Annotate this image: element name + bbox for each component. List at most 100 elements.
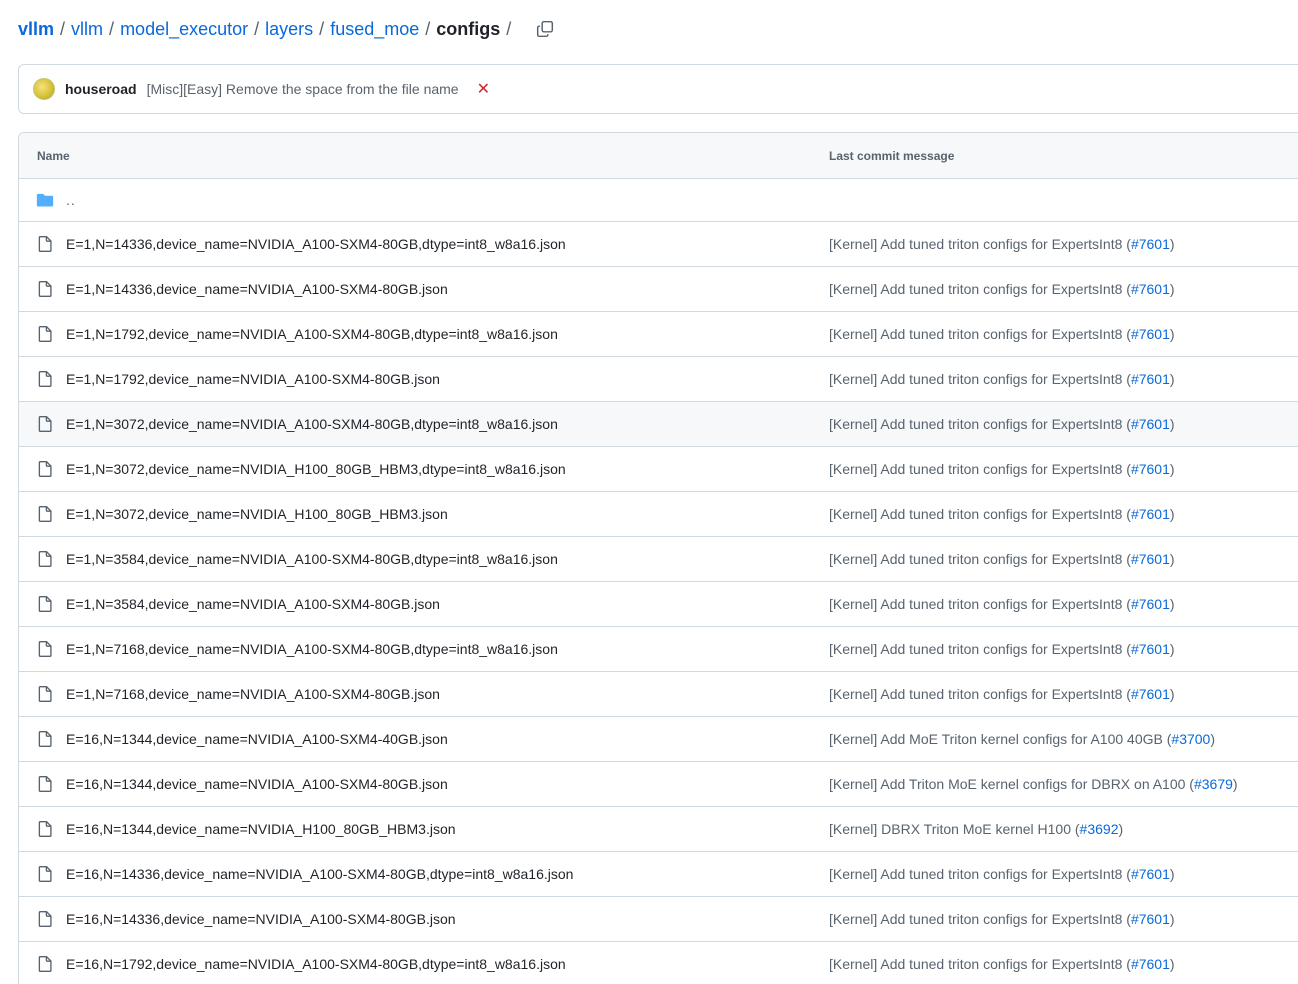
- pull-request-link[interactable]: #7601: [1131, 281, 1170, 297]
- file-name-link[interactable]: E=1,N=7168,device_name=NVIDIA_A100-SXM4-…: [66, 686, 440, 702]
- commit-message-link[interactable]: [Kernel] Add Triton MoE kernel configs f…: [829, 776, 1238, 792]
- pull-request-link[interactable]: #3679: [1194, 776, 1233, 792]
- commit-message-text[interactable]: [Kernel] Add tuned triton configs for Ex…: [829, 236, 1131, 252]
- file-name-link[interactable]: E=1,N=3584,device_name=NVIDIA_A100-SXM4-…: [66, 596, 440, 612]
- commit-message-link[interactable]: [Kernel] Add tuned triton configs for Ex…: [829, 641, 1175, 657]
- file-name-link[interactable]: E=16,N=1792,device_name=NVIDIA_A100-SXM4…: [66, 956, 566, 972]
- commit-message[interactable]: [Misc][Easy] Remove the space from the f…: [147, 81, 459, 97]
- commit-message-text[interactable]: [Kernel] DBRX Triton MoE kernel H100 (: [829, 821, 1080, 837]
- commit-message-text[interactable]: [Kernel] Add tuned triton configs for Ex…: [829, 641, 1131, 657]
- pull-request-link[interactable]: #7601: [1131, 236, 1170, 252]
- commit-message-text[interactable]: [Kernel] Add tuned triton configs for Ex…: [829, 506, 1131, 522]
- file-name-link[interactable]: E=1,N=14336,device_name=NVIDIA_A100-SXM4…: [66, 236, 566, 252]
- pull-request-link[interactable]: #7601: [1131, 911, 1170, 927]
- table-row[interactable]: E=1,N=7168,device_name=NVIDIA_A100-SXM4-…: [19, 672, 1298, 717]
- commit-message-text[interactable]: [Kernel] Add tuned triton configs for Ex…: [829, 596, 1131, 612]
- pull-request-link[interactable]: #7601: [1131, 686, 1170, 702]
- table-row[interactable]: E=1,N=3584,device_name=NVIDIA_A100-SXM4-…: [19, 582, 1298, 627]
- breadcrumb-vllm-repo[interactable]: vllm: [18, 19, 54, 40]
- pull-request-link[interactable]: #7601: [1131, 371, 1170, 387]
- pull-request-link[interactable]: #7601: [1131, 551, 1170, 567]
- table-row[interactable]: E=16,N=1344,device_name=NVIDIA_A100-SXM4…: [19, 762, 1298, 807]
- pull-request-link[interactable]: #7601: [1131, 416, 1170, 432]
- commit-message-link[interactable]: [Kernel] Add tuned triton configs for Ex…: [829, 371, 1175, 387]
- commit-message-link[interactable]: [Kernel] Add tuned triton configs for Ex…: [829, 866, 1175, 882]
- table-row[interactable]: E=1,N=14336,device_name=NVIDIA_A100-SXM4…: [19, 222, 1298, 267]
- parent-directory-link[interactable]: ..: [66, 192, 76, 208]
- file-name-link[interactable]: E=16,N=1344,device_name=NVIDIA_A100-SXM4…: [66, 731, 448, 747]
- table-row[interactable]: E=16,N=1344,device_name=NVIDIA_H100_80GB…: [19, 807, 1298, 852]
- commit-message-text[interactable]: [Kernel] Add tuned triton configs for Ex…: [829, 866, 1131, 882]
- file-name-link[interactable]: E=1,N=7168,device_name=NVIDIA_A100-SXM4-…: [66, 641, 558, 657]
- table-row[interactable]: E=1,N=7168,device_name=NVIDIA_A100-SXM4-…: [19, 627, 1298, 672]
- pull-request-link[interactable]: #7601: [1131, 956, 1170, 972]
- file-name-link[interactable]: E=16,N=1344,device_name=NVIDIA_A100-SXM4…: [66, 776, 448, 792]
- pull-request-link[interactable]: #7601: [1131, 866, 1170, 882]
- commit-message-text[interactable]: [Kernel] Add tuned triton configs for Ex…: [829, 371, 1131, 387]
- commit-message-link[interactable]: [Kernel] Add tuned triton configs for Ex…: [829, 416, 1175, 432]
- commit-author[interactable]: houseroad: [65, 81, 137, 97]
- commit-message-link[interactable]: [Kernel] Add tuned triton configs for Ex…: [829, 236, 1175, 252]
- pull-request-link[interactable]: #7601: [1131, 461, 1170, 477]
- commit-message-link[interactable]: [Kernel] Add tuned triton configs for Ex…: [829, 686, 1175, 702]
- commit-message-text[interactable]: [Kernel] Add Triton MoE kernel configs f…: [829, 776, 1194, 792]
- commit-message-link[interactable]: [Kernel] Add tuned triton configs for Ex…: [829, 551, 1175, 567]
- avatar[interactable]: [33, 78, 55, 100]
- table-row[interactable]: E=1,N=3072,device_name=NVIDIA_H100_80GB_…: [19, 492, 1298, 537]
- table-row[interactable]: E=16,N=1344,device_name=NVIDIA_A100-SXM4…: [19, 717, 1298, 762]
- table-row[interactable]: E=1,N=3584,device_name=NVIDIA_A100-SXM4-…: [19, 537, 1298, 582]
- commit-message-link[interactable]: [Kernel] Add tuned triton configs for Ex…: [829, 461, 1175, 477]
- commit-message-text[interactable]: [Kernel] Add tuned triton configs for Ex…: [829, 686, 1131, 702]
- file-name-link[interactable]: E=1,N=3584,device_name=NVIDIA_A100-SXM4-…: [66, 551, 558, 567]
- file-name-link[interactable]: E=16,N=1344,device_name=NVIDIA_H100_80GB…: [66, 821, 456, 837]
- table-row[interactable]: E=16,N=1792,device_name=NVIDIA_A100-SXM4…: [19, 942, 1298, 984]
- file-name-link[interactable]: E=1,N=1792,device_name=NVIDIA_A100-SXM4-…: [66, 371, 440, 387]
- file-name-link[interactable]: E=1,N=1792,device_name=NVIDIA_A100-SXM4-…: [66, 326, 558, 342]
- commit-message-text[interactable]: [Kernel] Add tuned triton configs for Ex…: [829, 461, 1131, 477]
- table-row[interactable]: E=1,N=1792,device_name=NVIDIA_A100-SXM4-…: [19, 312, 1298, 357]
- commit-message-text[interactable]: [Kernel] Add tuned triton configs for Ex…: [829, 326, 1131, 342]
- x-icon[interactable]: ✕: [477, 79, 490, 99]
- commit-message-text[interactable]: [Kernel] Add tuned triton configs for Ex…: [829, 416, 1131, 432]
- file-name-link[interactable]: E=16,N=14336,device_name=NVIDIA_A100-SXM…: [66, 866, 573, 882]
- commit-message-text[interactable]: [Kernel] Add tuned triton configs for Ex…: [829, 281, 1131, 297]
- table-row[interactable]: E=1,N=3072,device_name=NVIDIA_H100_80GB_…: [19, 447, 1298, 492]
- pull-request-link[interactable]: #7601: [1131, 641, 1170, 657]
- pull-request-link[interactable]: #7601: [1131, 326, 1170, 342]
- breadcrumb-vllm[interactable]: vllm: [71, 19, 103, 40]
- file-icon: [38, 371, 52, 387]
- table-row[interactable]: E=16,N=14336,device_name=NVIDIA_A100-SXM…: [19, 897, 1298, 942]
- table-row[interactable]: E=1,N=14336,device_name=NVIDIA_A100-SXM4…: [19, 267, 1298, 312]
- pull-request-link[interactable]: #3692: [1080, 821, 1119, 837]
- pull-request-link[interactable]: #7601: [1131, 506, 1170, 522]
- file-icon: [38, 461, 52, 477]
- commit-message-text[interactable]: [Kernel] Add tuned triton configs for Ex…: [829, 956, 1131, 972]
- commit-message-text[interactable]: [Kernel] Add MoE Triton kernel configs f…: [829, 731, 1171, 747]
- commit-message-link[interactable]: [Kernel] Add tuned triton configs for Ex…: [829, 506, 1175, 522]
- commit-message-link[interactable]: [Kernel] Add MoE Triton kernel configs f…: [829, 731, 1215, 747]
- commit-message-text[interactable]: [Kernel] Add tuned triton configs for Ex…: [829, 551, 1131, 567]
- pull-request-link[interactable]: #7601: [1131, 596, 1170, 612]
- commit-message-text[interactable]: [Kernel] Add tuned triton configs for Ex…: [829, 911, 1131, 927]
- file-name-link[interactable]: E=1,N=14336,device_name=NVIDIA_A100-SXM4…: [66, 281, 448, 297]
- pull-request-link[interactable]: #3700: [1171, 731, 1210, 747]
- file-name-link[interactable]: E=16,N=14336,device_name=NVIDIA_A100-SXM…: [66, 911, 456, 927]
- table-row[interactable]: E=1,N=1792,device_name=NVIDIA_A100-SXM4-…: [19, 357, 1298, 402]
- commit-message-link[interactable]: [Kernel] Add tuned triton configs for Ex…: [829, 596, 1175, 612]
- table-row[interactable]: E=16,N=14336,device_name=NVIDIA_A100-SXM…: [19, 852, 1298, 897]
- file-name-link[interactable]: E=1,N=3072,device_name=NVIDIA_A100-SXM4-…: [66, 416, 558, 432]
- commit-message-link[interactable]: [Kernel] Add tuned triton configs for Ex…: [829, 281, 1175, 297]
- breadcrumb-layers[interactable]: layers: [265, 19, 313, 40]
- file-icon: [38, 731, 52, 747]
- commit-message-link[interactable]: [Kernel] Add tuned triton configs for Ex…: [829, 326, 1175, 342]
- table-row[interactable]: E=1,N=3072,device_name=NVIDIA_A100-SXM4-…: [19, 402, 1298, 447]
- parent-directory-row[interactable]: ..: [19, 179, 1298, 222]
- breadcrumb-fused-moe[interactable]: fused_moe: [330, 19, 419, 40]
- copy-path-button[interactable]: [533, 17, 557, 41]
- commit-message-link[interactable]: [Kernel] Add tuned triton configs for Ex…: [829, 911, 1175, 927]
- breadcrumb-model-executor[interactable]: model_executor: [120, 19, 248, 40]
- file-name-link[interactable]: E=1,N=3072,device_name=NVIDIA_H100_80GB_…: [66, 506, 448, 522]
- commit-message-link[interactable]: [Kernel] Add tuned triton configs for Ex…: [829, 956, 1175, 972]
- commit-message-link[interactable]: [Kernel] DBRX Triton MoE kernel H100 (#3…: [829, 821, 1123, 837]
- file-name-link[interactable]: E=1,N=3072,device_name=NVIDIA_H100_80GB_…: [66, 461, 566, 477]
